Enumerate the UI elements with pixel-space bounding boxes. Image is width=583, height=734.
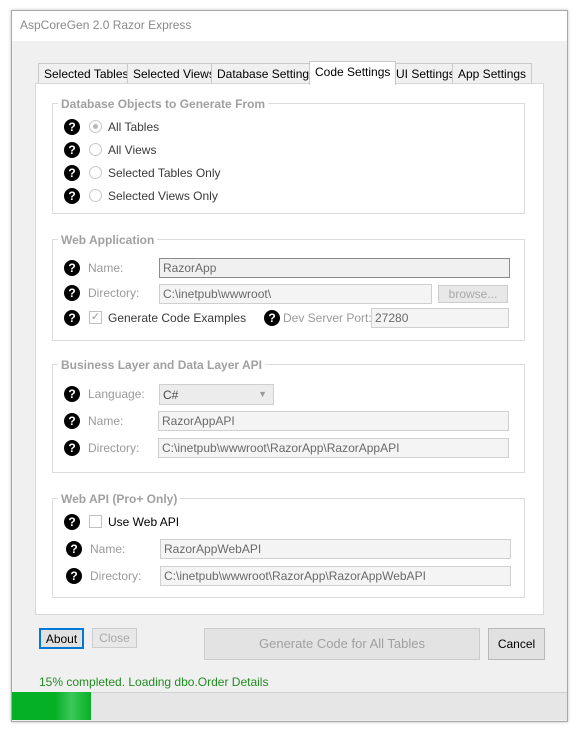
help-icon[interactable]: ? [64, 514, 80, 530]
web-app-directory-label: Directory: [88, 286, 140, 300]
radio-all-tables[interactable] [89, 120, 102, 133]
business-directory-field[interactable]: C:\inetpub\wwwroot\RazorApp\RazorAppAPI [158, 438, 509, 458]
help-icon[interactable]: ? [66, 541, 82, 557]
cancel-button[interactable]: Cancel [488, 628, 545, 660]
radio-all-tables-label[interactable]: All Tables [108, 120, 159, 134]
generate-examples-checkbox[interactable]: ✓ [89, 311, 102, 324]
db-objects-legend: Database Objects to Generate From [58, 97, 269, 111]
help-icon[interactable]: ? [64, 188, 80, 204]
tab-app-settings[interactable]: App Settings [452, 63, 533, 83]
help-icon[interactable]: ? [64, 285, 80, 301]
help-icon[interactable]: ? [264, 310, 280, 326]
chevron-down-icon: ▼ [258, 389, 267, 399]
web-api-legend: Web API (Pro+ Only) [58, 492, 181, 506]
business-directory-label: Directory: [88, 441, 140, 455]
radio-selected-views-only-label[interactable]: Selected Views Only [108, 189, 218, 203]
help-icon[interactable]: ? [64, 386, 80, 402]
browse-button[interactable]: browse... [438, 285, 508, 303]
generate-examples-label[interactable]: Generate Code Examples [108, 311, 246, 325]
help-icon[interactable]: ? [64, 165, 80, 181]
radio-all-views-label[interactable]: All Views [108, 143, 156, 157]
help-icon[interactable]: ? [64, 310, 80, 326]
use-web-api-checkbox[interactable] [89, 515, 102, 528]
language-label: Language: [88, 387, 145, 401]
progress-bar-fill [12, 692, 91, 720]
radio-selected-views-only[interactable] [89, 189, 102, 202]
dev-server-port-label: Dev Server Port: [283, 311, 372, 325]
web-api-directory-label: Directory: [90, 569, 142, 583]
help-icon[interactable]: ? [66, 568, 82, 584]
generate-code-button[interactable]: Generate Code for All Tables [204, 628, 480, 660]
radio-all-views[interactable] [89, 143, 102, 156]
business-layer-legend: Business Layer and Data Layer API [58, 358, 265, 372]
progress-bar [12, 692, 567, 720]
web-api-directory-field[interactable]: C:\inetpub\wwwroot\RazorApp\RazorAppWebA… [160, 566, 511, 586]
help-icon[interactable]: ? [64, 440, 80, 456]
tab-database-settings[interactable]: Database Settings [211, 63, 322, 83]
use-web-api-label[interactable]: Use Web API [108, 515, 179, 529]
help-icon[interactable]: ? [64, 413, 80, 429]
help-icon[interactable]: ? [64, 142, 80, 158]
status-text: 15% completed. Loading dbo.Order Details [39, 675, 269, 689]
about-button[interactable]: About [39, 628, 84, 649]
tab-selected-tables[interactable]: Selected Tables [38, 63, 135, 83]
help-icon[interactable]: ? [64, 119, 80, 135]
language-select-value: C# [163, 388, 179, 402]
web-application-legend: Web Application [58, 233, 158, 247]
radio-selected-tables-only[interactable] [89, 166, 102, 179]
radio-selected-tables-only-label[interactable]: Selected Tables Only [108, 166, 221, 180]
business-name-field[interactable]: RazorAppAPI [158, 411, 509, 431]
web-app-directory-field[interactable]: C:\inetpub\wwwroot\ [159, 284, 432, 304]
web-app-name-label: Name: [88, 261, 124, 275]
window-title: AspCoreGen 2.0 Razor Express [20, 18, 192, 32]
help-icon[interactable]: ? [64, 260, 80, 276]
language-select[interactable]: C# ▼ [159, 384, 274, 405]
business-name-label: Name: [88, 414, 124, 428]
web-api-name-field[interactable]: RazorAppWebAPI [160, 539, 511, 559]
web-api-name-label: Name: [90, 542, 126, 556]
tab-selected-views[interactable]: Selected Views [127, 63, 221, 83]
web-app-name-field[interactable]: RazorApp [159, 258, 510, 278]
tab-ui-settings[interactable]: UI Settings [390, 63, 461, 83]
tab-code-settings[interactable]: Code Settings [309, 61, 397, 85]
close-button[interactable]: Close [92, 628, 137, 648]
dev-server-port-field[interactable]: 27280 [371, 308, 509, 328]
